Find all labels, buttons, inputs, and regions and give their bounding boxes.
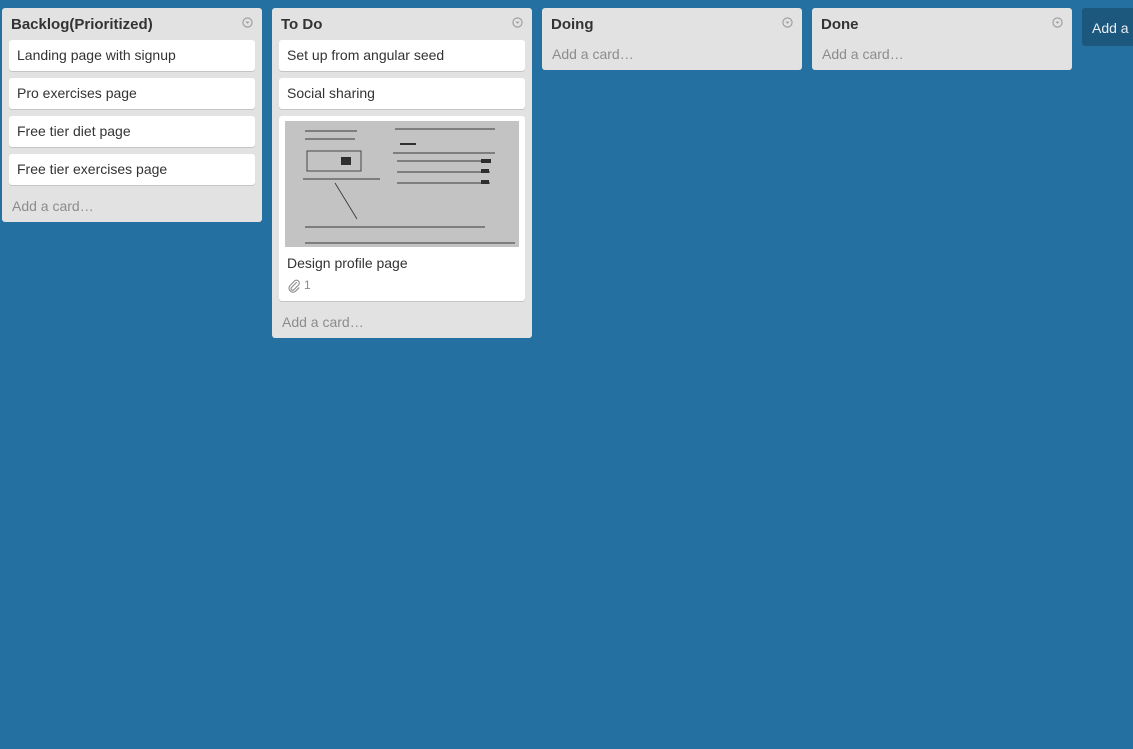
card[interactable]: Social sharing [279,78,525,109]
list-title[interactable]: Done [821,17,859,33]
board: Backlog(Prioritized) Landing page with s… [0,0,1133,749]
card-title: Design profile page [287,255,408,271]
card[interactable]: Design profile page 1 [279,116,525,301]
paperclip-icon [288,279,300,293]
card-title: Free tier exercises page [17,161,168,177]
list-doing: Doing Add a card… [542,8,802,70]
add-card-button[interactable]: Add a card… [279,308,525,338]
list-header: Doing [549,8,795,40]
list-todo: To Do Set up from angular seed Social sh… [272,8,532,338]
list-title[interactable]: To Do [281,17,322,33]
card-cover-image [285,121,519,247]
list-title[interactable]: Backlog(Prioritized) [11,17,153,33]
add-card-button[interactable]: Add a card… [819,40,1065,70]
card[interactable]: Free tier exercises page [9,154,255,185]
list-backlog: Backlog(Prioritized) Landing page with s… [2,8,262,222]
add-list-button[interactable]: Add a list… [1082,8,1133,46]
list-header: Backlog(Prioritized) [9,8,255,40]
list-done: Done Add a card… [812,8,1072,70]
add-card-button[interactable]: Add a card… [549,40,795,70]
card-title: Social sharing [287,85,375,101]
card-title: Pro exercises page [17,85,137,101]
add-card-button[interactable]: Add a card… [9,192,255,222]
card-badges: 1 [287,277,517,294]
card[interactable]: Set up from angular seed [279,40,525,71]
card[interactable]: Landing page with signup [9,40,255,71]
circle-menu-icon[interactable] [1052,17,1063,28]
circle-menu-icon[interactable] [512,17,523,28]
list-title[interactable]: Doing [551,17,594,33]
attachment-count: 1 [304,278,311,292]
list-header: Done [819,8,1065,40]
list-header: To Do [279,8,525,40]
card-title: Free tier diet page [17,123,131,139]
card[interactable]: Free tier diet page [9,116,255,147]
circle-menu-icon[interactable] [242,17,253,28]
card-title: Set up from angular seed [287,47,445,63]
circle-menu-icon[interactable] [782,17,793,28]
card[interactable]: Pro exercises page [9,78,255,109]
card-title: Landing page with signup [17,47,176,63]
